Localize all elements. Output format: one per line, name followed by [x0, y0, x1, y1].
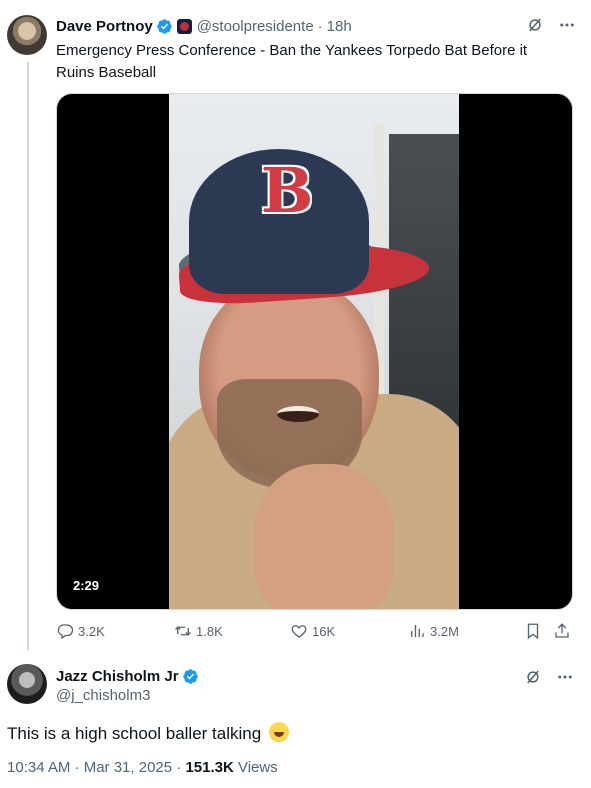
bookmark-button[interactable] — [524, 622, 546, 640]
verified-badge-icon[interactable] — [182, 668, 199, 685]
repost-icon — [174, 622, 192, 640]
reply-icon — [56, 622, 74, 640]
reply-views-count: 151.3K — [185, 759, 234, 776]
action-bar: 3.2K 1.8K 16K 3.2M — [56, 622, 576, 642]
views-icon — [408, 622, 426, 640]
reply-author-handle[interactable]: @j_chisholm3 — [56, 687, 150, 704]
reply-header: Jazz Chisholm Jr — [56, 667, 199, 685]
affiliate-badge-icon[interactable] — [176, 18, 192, 34]
video-player[interactable]: B 2:29 — [56, 93, 573, 610]
separator-dot: · — [317, 17, 323, 35]
like-count: 16K — [312, 623, 336, 639]
grok-icon[interactable] — [526, 16, 544, 34]
repost-button[interactable]: 1.8K — [174, 622, 223, 640]
reply-meta: 10:34 AM · Mar 31, 2025 · 151.3K Views — [7, 759, 278, 776]
reply-count: 3.2K — [78, 623, 105, 639]
like-icon — [290, 622, 308, 640]
bookmark-icon — [524, 622, 542, 640]
more-icon[interactable] — [556, 668, 574, 686]
like-button[interactable]: 16K — [290, 622, 335, 640]
reply-button[interactable]: 3.2K — [56, 622, 105, 640]
reply-corner-actions — [524, 668, 574, 686]
reply-views-label: Views — [233, 759, 278, 776]
reply-avatar[interactable] — [7, 664, 47, 704]
reply-timestamp[interactable]: 10:34 AM · Mar 31, 2025 · — [7, 759, 185, 776]
share-button[interactable] — [553, 622, 575, 640]
more-icon[interactable] — [558, 16, 576, 34]
share-icon — [553, 622, 571, 640]
cap-logo: B — [261, 154, 314, 227]
rofl-emoji-icon — [268, 722, 289, 742]
tweet-corner-actions — [526, 16, 576, 34]
author-handle[interactable]: @stoolpresidente — [197, 18, 314, 35]
views-button[interactable]: 3.2M — [408, 622, 459, 640]
reply-text: This is a high school baller talking — [7, 724, 262, 743]
grok-icon[interactable] — [524, 668, 542, 686]
thread-connector-line — [27, 62, 29, 650]
video-duration: 2:29 — [73, 578, 100, 593]
reply-author-name[interactable]: Jazz Chisholm Jr — [56, 668, 179, 685]
repost-count: 1.8K — [196, 623, 223, 639]
reply-text-block: This is a high school baller talking — [7, 722, 289, 744]
post-time[interactable]: 18h — [327, 18, 352, 35]
views-count: 3.2M — [430, 623, 459, 639]
author-name[interactable]: Dave Portnoy — [56, 18, 153, 35]
tweet-header: Dave Portnoy @stoolpresidente · 18h — [56, 16, 352, 36]
avatar[interactable] — [7, 15, 47, 55]
tweet-text: Emergency Press Conference - Ban the Yan… — [56, 42, 528, 81]
verified-badge-icon[interactable] — [156, 18, 173, 35]
video-frame: B — [169, 94, 459, 609]
